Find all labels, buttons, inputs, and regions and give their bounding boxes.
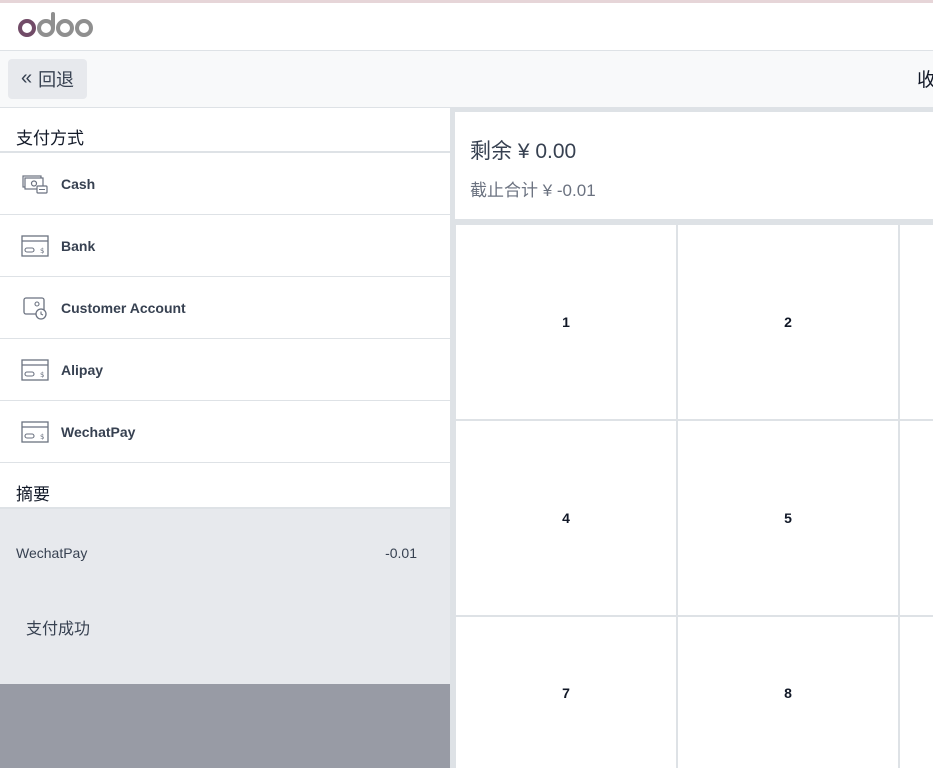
numpad-key-2[interactable]: 2: [678, 225, 898, 419]
numpad-key-4[interactable]: 4: [456, 421, 676, 615]
odoo-logo[interactable]: [18, 10, 94, 42]
payment-method-cash[interactable]: Cash: [0, 153, 450, 215]
numpad-key-8[interactable]: 8: [678, 617, 898, 768]
top-navbar: [0, 3, 933, 51]
svg-text:$: $: [40, 433, 44, 441]
payment-method-list: Cash $ Bank Customer Account $ Alipay $ …: [0, 153, 450, 463]
bottom-gray-area: [0, 684, 450, 768]
payment-method-customer-account[interactable]: Customer Account: [0, 277, 450, 339]
payment-method-label: Alipay: [61, 361, 104, 378]
numpad: 1 2 4 5 7 8: [456, 225, 933, 768]
payment-right-panel: 剩余 ¥ 0.00 截止合计 ¥ -0.01 1 2 4 5 7 8: [450, 108, 933, 768]
card-icon: $: [21, 234, 49, 258]
summary-title: 摘要: [0, 463, 450, 509]
numpad-key-3[interactable]: [900, 225, 933, 419]
payment-left-panel: 支付方式 Cash $ Bank Customer Account $ Alip…: [0, 108, 450, 768]
payment-line[interactable]: WechatPay -0.01: [16, 545, 417, 561]
payment-methods-title: 支付方式: [0, 108, 450, 153]
back-button[interactable]: « 回退: [8, 59, 87, 99]
confirm-button[interactable]: 收: [917, 65, 933, 92]
remaining-amount: 剩余 ¥ 0.00: [470, 140, 577, 163]
payment-method-bank[interactable]: $ Bank: [0, 215, 450, 277]
card-icon: $: [21, 420, 49, 444]
numpad-key-9[interactable]: [900, 617, 933, 768]
amount-box: 剩余 ¥ 0.00 截止合计 ¥ -0.01: [455, 112, 933, 219]
svg-text:$: $: [40, 247, 44, 255]
numpad-key-5[interactable]: 5: [678, 421, 898, 615]
payment-method-label: WechatPay: [61, 423, 136, 440]
numpad-key-1[interactable]: 1: [456, 225, 676, 419]
payment-method-wechatpay[interactable]: $ WechatPay: [0, 401, 450, 463]
cash-icon: [21, 172, 49, 196]
svg-text:$: $: [40, 371, 44, 379]
numpad-key-7[interactable]: 7: [456, 617, 676, 768]
payment-line-amount: -0.01: [385, 545, 417, 561]
payment-line-method: WechatPay: [16, 545, 88, 561]
numpad-key-6[interactable]: [900, 421, 933, 615]
payment-summary: WechatPay -0.01 支付成功: [0, 509, 450, 684]
payment-status: 支付成功: [26, 621, 91, 638]
total-due: 截止合计 ¥ -0.01: [470, 181, 596, 200]
customer-account-icon: [21, 296, 49, 320]
payment-method-label: Customer Account: [61, 299, 186, 316]
payment-method-alipay[interactable]: $ Alipay: [0, 339, 450, 401]
payment-method-label: Cash: [61, 175, 96, 192]
back-button-label: 回退: [38, 70, 75, 90]
double-chevron-left-icon: «: [20, 67, 33, 89]
card-icon: $: [21, 358, 49, 382]
payment-method-label: Bank: [61, 237, 96, 254]
action-bar: « 回退 收: [0, 51, 933, 108]
